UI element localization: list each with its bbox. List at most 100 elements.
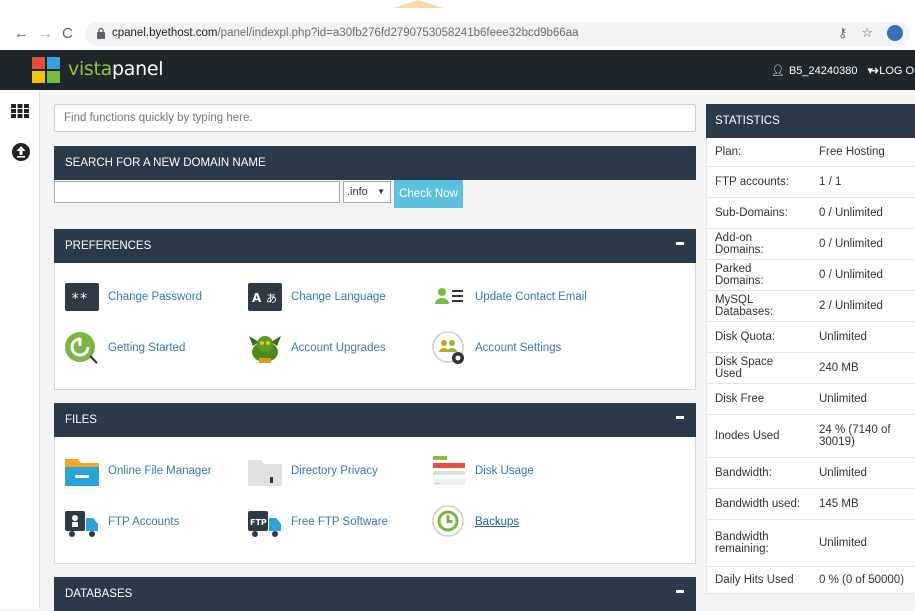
getting-started-link[interactable]: Getting Started (64, 330, 185, 366)
user-menu[interactable]: 👤︎ B5_24240380 ▾ (771, 64, 873, 78)
url-text: cpanel.byethost.com/panel/indexpl.php?id… (112, 27, 578, 39)
collapse-icon[interactable] (676, 590, 684, 593)
change-password-link[interactable]: ** Change Password (64, 279, 202, 315)
check-now-button[interactable]: Check Now (394, 180, 463, 208)
select-arrow-icon: ▼ (377, 187, 385, 196)
stat-row: MySQL Databases: 2 / Unlimited (706, 291, 915, 322)
stat-key: Plan: (715, 146, 742, 158)
statistics-table: Plan: Free Hosting FTP accounts: 1 / 1 Sub-D… (706, 138, 915, 594)
tab-indicator (393, 0, 443, 8)
databases-header[interactable]: DATABASES (54, 577, 696, 611)
preferences-title: PREFERENCES (65, 240, 152, 252)
back-button[interactable]: ← (14, 26, 29, 42)
stat-row: Plan: Free Hosting (706, 138, 915, 167)
preferences-header[interactable]: PREFERENCES (54, 229, 696, 263)
ftp-software-icon: FTP (248, 511, 281, 537)
statistics-header: STATISTICS (706, 104, 915, 138)
backups-link[interactable]: Backups (431, 504, 519, 540)
files-header[interactable]: FILES (54, 403, 696, 437)
item-label: Change Password (108, 291, 202, 303)
stat-key: Daily Hits Used (715, 574, 794, 586)
stat-key: MySQL Databases: (715, 294, 774, 318)
key-icon[interactable]: ⚷ (838, 25, 848, 41)
logout-label: LOG OU (879, 65, 915, 77)
stat-row: Disk Quota: Unlimited (706, 322, 915, 353)
tld-select[interactable]: .info ▼ (343, 181, 391, 203)
stat-key: Bandwidth used: (715, 498, 801, 510)
collapse-icon[interactable] (676, 242, 684, 245)
account-upgrades-link[interactable]: Account Upgrades (247, 330, 386, 366)
ftp-truck-icon (65, 511, 98, 537)
folder-lock-icon (248, 460, 282, 486)
change-language-link[interactable]: Aあ Change Language (247, 279, 386, 315)
stat-row: Add-on Domains: 0 / Unlimited (706, 229, 915, 260)
disk-usage-link[interactable]: ... Disk Usage (431, 453, 534, 489)
directory-privacy-link[interactable]: Directory Privacy (247, 453, 378, 489)
statistics-panel: STATISTICS Plan: Free Hosting FTP accounts… (706, 104, 915, 594)
url-host: cpanel.byethost.com (112, 27, 218, 39)
contact-card-icon (435, 288, 463, 304)
reload-button[interactable]: C (62, 26, 73, 42)
collapse-icon[interactable] (676, 416, 684, 419)
forward-button[interactable]: → (38, 26, 53, 42)
item-label: Getting Started (108, 342, 186, 354)
stat-row: Parked Domains: 0 / Unlimited (706, 260, 915, 291)
stat-row: Disk Free Unlimited (706, 384, 915, 415)
disk-usage-icon: ... (433, 456, 465, 486)
left-sidebar (0, 90, 40, 609)
item-label: Update Contact Email (475, 291, 587, 303)
ftp-accounts-link[interactable]: FTP Accounts (64, 504, 179, 540)
domain-name-input[interactable] (54, 181, 340, 203)
function-search-input[interactable] (54, 104, 696, 132)
password-icon: ** (65, 283, 99, 311)
stat-value: 0 / Unlimited (819, 238, 883, 250)
stat-value: Unlimited (819, 467, 867, 479)
stat-key: FTP accounts: (715, 176, 789, 188)
account-settings-link[interactable]: Account Settings (431, 330, 561, 366)
domain-search-title: SEARCH FOR A NEW DOMAIN NAME (65, 157, 266, 169)
logout-icon: ➜ (870, 65, 880, 77)
stat-key: Sub-Domains: (715, 207, 788, 219)
files-title: FILES (65, 414, 97, 426)
grid-menu-icon[interactable] (11, 104, 29, 118)
stat-key: Disk Free (715, 393, 765, 405)
url-path: /panel/indexpl.php?id=a30fb276fd27907530… (217, 27, 579, 39)
stat-value: Unlimited (819, 393, 867, 405)
stat-row: Bandwidth: Unlimited (706, 458, 915, 489)
stat-key: Disk Space Used (715, 356, 774, 380)
stat-value: 240 MB (819, 362, 859, 374)
stat-row: Daily Hits Used 0 % (0 of 50000) (706, 567, 915, 594)
stat-row: FTP accounts: 1 / 1 (706, 167, 915, 198)
svg-text:...: ... (435, 480, 439, 486)
item-label: Account Upgrades (291, 342, 386, 354)
upload-icon[interactable] (12, 143, 30, 161)
tld-selected-value: .info (347, 186, 368, 198)
item-label: Online File Manager (108, 465, 212, 477)
stat-key: Bandwidth: (715, 467, 772, 479)
profile-avatar[interactable] (887, 25, 903, 41)
stat-key: Inodes Used (715, 430, 780, 442)
star-icon[interactable]: ☆ (861, 25, 873, 41)
stat-value: 1 / 1 (819, 176, 842, 188)
user-icon: 👤︎ (771, 65, 785, 77)
file-manager-icon (65, 459, 99, 486)
svg-text:FTP: FTP (250, 518, 267, 527)
item-label: Directory Privacy (291, 465, 378, 477)
free-ftp-software-link[interactable]: FTP Free FTP Software (247, 504, 388, 540)
update-contact-email-link[interactable]: Update Contact Email (431, 279, 587, 315)
stat-key: Bandwidth remaining: (715, 531, 769, 555)
username-label: B5_24240380 (788, 64, 858, 77)
logo-part-vista: vista (68, 58, 113, 80)
svg-text:あ: あ (266, 292, 277, 305)
app-logo[interactable]: vistapanel (68, 58, 164, 80)
svg-text:A: A (252, 291, 262, 305)
online-file-manager-link[interactable]: Online File Manager (64, 453, 212, 489)
svg-text:**: ** (71, 291, 88, 307)
stat-value: 2 / Unlimited (819, 300, 883, 312)
logo-part-panel: panel (112, 58, 164, 80)
databases-title: DATABASES (65, 588, 133, 600)
item-label: Free FTP Software (291, 516, 388, 528)
stat-row: Disk Space Used 240 MB (706, 353, 915, 384)
logout-link[interactable]: ➜LOG OU (870, 64, 915, 77)
dragon-icon (249, 336, 281, 363)
